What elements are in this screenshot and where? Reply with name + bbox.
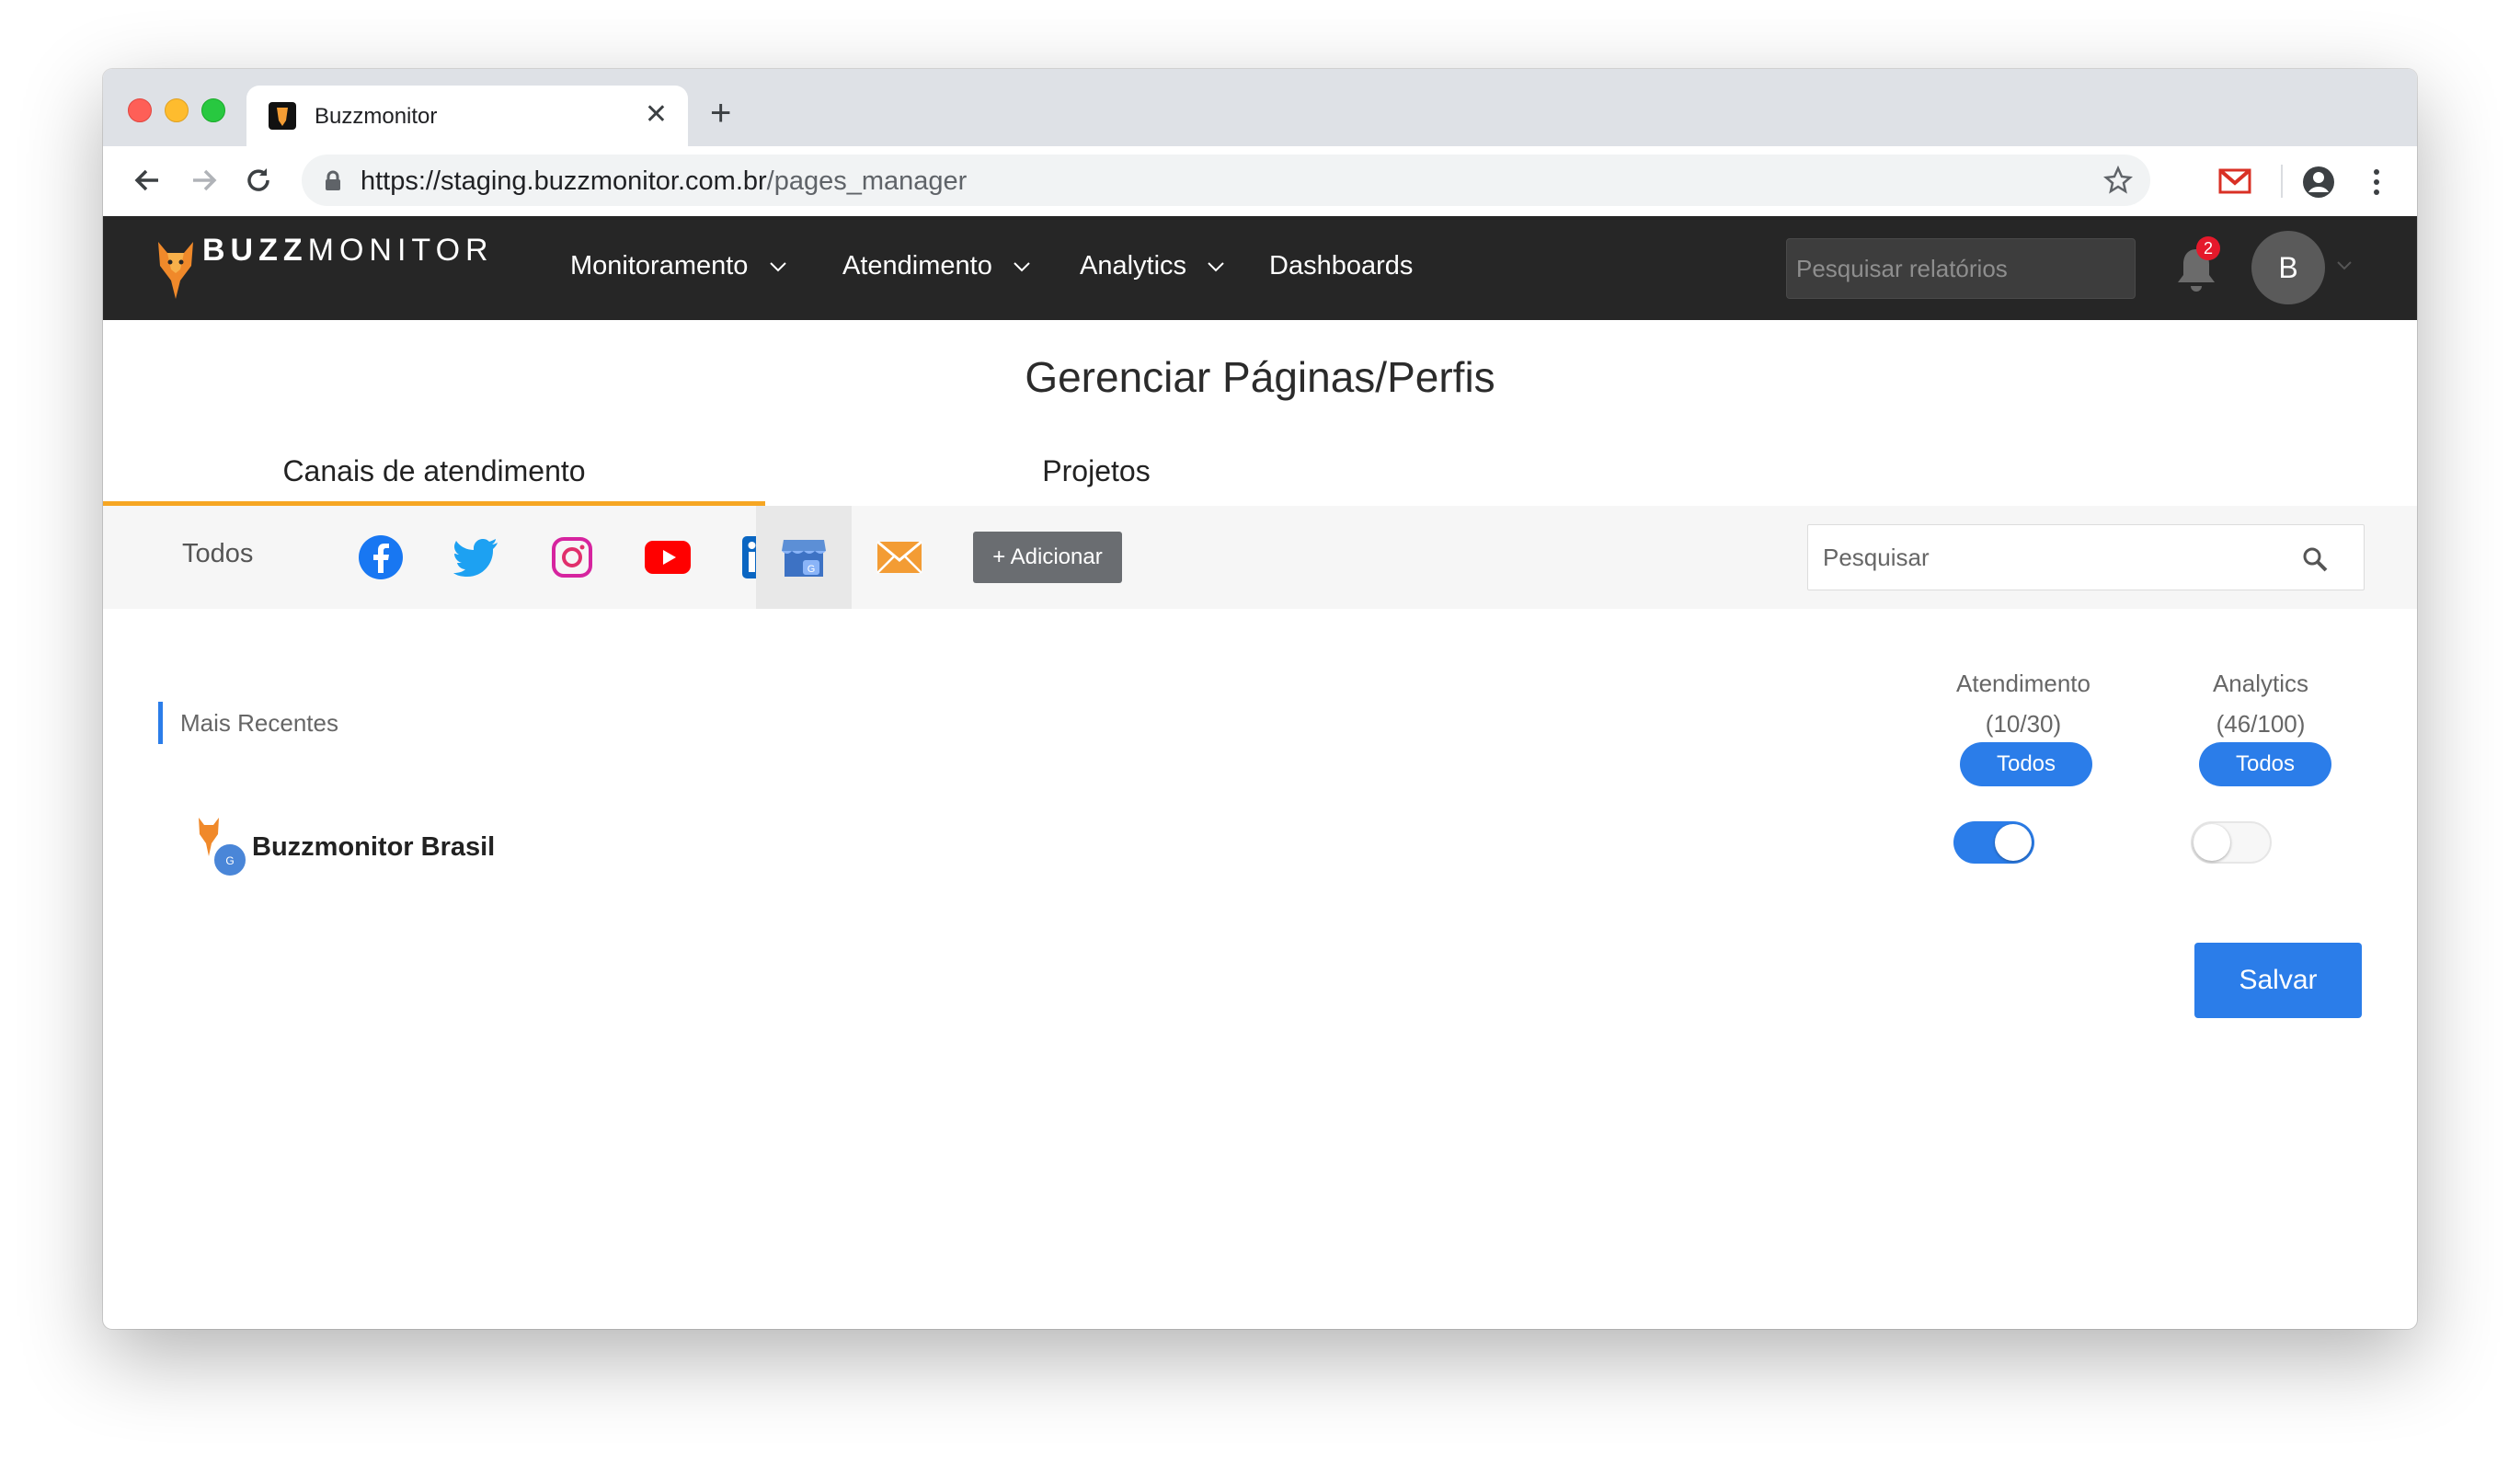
section-label: Mais Recentes bbox=[180, 709, 338, 737]
save-button[interactable]: Salvar bbox=[2194, 943, 2362, 1018]
analytics-select-all-button[interactable]: Todos bbox=[2199, 742, 2331, 786]
nav-monitoramento[interactable]: Monitoramento bbox=[570, 251, 787, 281]
channel-search bbox=[1807, 524, 2365, 590]
tab-strip: Buzzmonitor ✕ + bbox=[103, 69, 2417, 146]
tab-canais-de-atendimento[interactable]: Canais de atendimento bbox=[103, 441, 765, 506]
reload-icon[interactable] bbox=[235, 157, 281, 203]
channel-search-input[interactable] bbox=[1808, 525, 2316, 590]
add-channel-button[interactable]: + Adicionar bbox=[973, 532, 1122, 583]
toolbar-divider bbox=[2281, 165, 2283, 198]
nav-atendimento[interactable]: Atendimento bbox=[842, 251, 1031, 281]
url-text: https://staging.buzzmonitor.com.br/pages… bbox=[361, 166, 968, 196]
column-atendimento-header: Atendimento (10/30) bbox=[1956, 670, 2090, 738]
browser-tab[interactable]: Buzzmonitor ✕ bbox=[246, 86, 688, 146]
youtube-icon[interactable] bbox=[620, 506, 716, 609]
forward-icon[interactable] bbox=[180, 157, 226, 203]
chevron-down-icon bbox=[1014, 262, 1030, 272]
browser-window: Buzzmonitor ✕ + https://staging.buzzmoni… bbox=[103, 69, 2417, 1329]
instagram-icon[interactable] bbox=[524, 506, 620, 609]
facebook-icon[interactable] bbox=[333, 506, 429, 609]
brand-wordmark[interactable]: BUZZMONITOR bbox=[202, 233, 494, 269]
svg-text:G: G bbox=[808, 564, 816, 575]
minimize-window-button[interactable] bbox=[165, 98, 189, 122]
column-analytics-header: Analytics (46/100) bbox=[2212, 670, 2309, 738]
chevron-down-icon bbox=[1208, 262, 1224, 272]
analytics-toggle[interactable] bbox=[2191, 821, 2272, 864]
app-navbar: BUZZMONITOR Monitoramento Atendimento An… bbox=[103, 216, 2417, 320]
avatar-chevron-down-icon[interactable] bbox=[2336, 260, 2353, 271]
lock-icon bbox=[326, 170, 340, 190]
tab-title: Buzzmonitor bbox=[315, 104, 438, 129]
close-tab-icon[interactable]: ✕ bbox=[645, 98, 668, 131]
nav-dashboards[interactable]: Dashboards bbox=[1269, 251, 1413, 281]
buzzmonitor-logo-icon[interactable] bbox=[155, 238, 197, 303]
twitter-icon[interactable] bbox=[429, 506, 524, 609]
back-icon[interactable] bbox=[125, 157, 171, 203]
tab-projetos[interactable]: Projetos bbox=[765, 441, 1427, 506]
svg-text:G: G bbox=[225, 854, 234, 867]
new-tab-button[interactable]: + bbox=[710, 95, 731, 132]
gmail-extension-icon[interactable] bbox=[2218, 165, 2251, 196]
content-tabs: Canais de atendimento Projetos bbox=[103, 441, 2417, 506]
search-icon[interactable] bbox=[2301, 545, 2329, 573]
profile-icon[interactable] bbox=[2301, 165, 2336, 200]
atendimento-select-all-button[interactable]: Todos bbox=[1960, 742, 2092, 786]
channel-filter-bar: Todos G + Adicionar bbox=[103, 506, 2417, 609]
email-icon[interactable] bbox=[852, 506, 947, 609]
page-avatar: G bbox=[199, 818, 247, 877]
chevron-down-icon bbox=[769, 262, 786, 272]
bookmark-star-icon[interactable] bbox=[2102, 165, 2134, 196]
close-window-button[interactable] bbox=[128, 98, 152, 122]
google-my-business-icon[interactable]: G bbox=[756, 506, 852, 609]
notification-badge: 2 bbox=[2196, 236, 2220, 260]
browser-menu-icon[interactable] bbox=[2371, 165, 2382, 200]
page-name: Buzzmonitor Brasil bbox=[252, 832, 496, 862]
filter-all[interactable]: Todos bbox=[182, 539, 253, 569]
user-avatar[interactable]: B bbox=[2251, 231, 2325, 304]
toggle-knob bbox=[1995, 824, 2032, 861]
buzzmonitor-favicon-icon bbox=[269, 102, 296, 130]
browser-toolbar: https://staging.buzzmonitor.com.br/pages… bbox=[103, 146, 2417, 217]
nav-analytics[interactable]: Analytics bbox=[1080, 251, 1225, 281]
section-marker bbox=[158, 702, 163, 744]
maximize-window-button[interactable] bbox=[201, 98, 225, 122]
report-search-input[interactable] bbox=[1786, 238, 2136, 299]
toggle-knob bbox=[2194, 824, 2230, 861]
address-bar[interactable]: https://staging.buzzmonitor.com.br/pages… bbox=[302, 155, 2150, 206]
atendimento-toggle[interactable] bbox=[1953, 821, 2034, 864]
page-title: Gerenciar Páginas/Perfis bbox=[1025, 353, 1495, 401]
